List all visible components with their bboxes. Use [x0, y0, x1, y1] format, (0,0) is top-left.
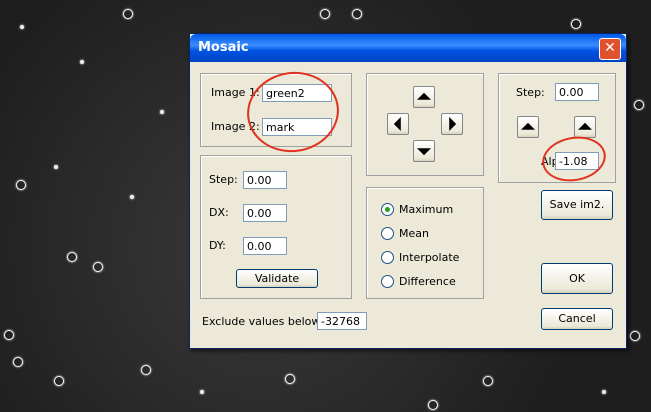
star [483, 376, 493, 386]
close-button[interactable]: ✕ [599, 38, 621, 60]
star [93, 262, 103, 272]
left-arrow-button[interactable] [387, 113, 409, 135]
dx-input[interactable]: 0.00 [243, 204, 287, 222]
star [16, 180, 26, 190]
arrow-pad-group [366, 73, 484, 176]
exclude-label: Exclude values below: [202, 315, 324, 328]
dy-input[interactable]: 0.00 [243, 237, 287, 255]
validate-button[interactable]: Validate [236, 269, 318, 288]
ok-button[interactable]: OK [541, 263, 613, 294]
star [80, 60, 84, 64]
dialog-title: Mosaic [198, 40, 249, 55]
right-arrow-button[interactable] [441, 113, 463, 135]
star [352, 9, 362, 19]
dx-label: DX: [209, 206, 229, 219]
save-im2-button[interactable]: Save im2. [541, 190, 613, 220]
star [630, 331, 640, 341]
star [130, 195, 134, 199]
offset-group: Step: 0.00 DX: 0.00 DY: 0.00 Validate [200, 155, 352, 299]
star [200, 390, 204, 394]
star [320, 9, 330, 19]
mode-label: Mean [399, 227, 429, 240]
star [285, 374, 295, 384]
dy-label: DY: [209, 239, 226, 252]
cancel-button[interactable]: Cancel [541, 308, 613, 330]
mode-group: Maximum Mean Interpolate Difference [366, 187, 484, 299]
mode-label: Interpolate [399, 251, 460, 264]
star [4, 330, 14, 340]
down-arrow-button[interactable] [413, 140, 435, 162]
mode-label: Difference [399, 275, 456, 288]
star [67, 252, 77, 262]
star [54, 165, 58, 169]
alpha-increase-button[interactable] [574, 116, 596, 138]
star [602, 390, 606, 394]
alpha-decrease-button[interactable] [517, 116, 539, 138]
star [123, 9, 133, 19]
star [20, 25, 24, 29]
offset-step-input[interactable]: 0.00 [243, 171, 287, 189]
star [160, 110, 164, 114]
mosaic-dialog: Mosaic ✕ Image 1: green2 Image 2: mark S… [189, 33, 627, 349]
star [141, 365, 151, 375]
radio-maximum[interactable] [381, 203, 394, 216]
alpha-step-label: Step: [516, 86, 545, 99]
radio-difference[interactable] [381, 275, 394, 288]
alpha-step-input[interactable]: 0.00 [555, 83, 599, 101]
title-bar[interactable]: Mosaic ✕ [190, 34, 626, 62]
star [54, 376, 64, 386]
star [428, 400, 438, 410]
exclude-input[interactable]: -32768 [317, 312, 367, 330]
star [13, 357, 23, 367]
offset-step-label: Step: [209, 173, 238, 186]
radio-interpolate[interactable] [381, 251, 394, 264]
up-arrow-button[interactable] [413, 86, 435, 108]
star [634, 100, 644, 110]
radio-mean[interactable] [381, 227, 394, 240]
mode-label: Maximum [399, 203, 454, 216]
star [571, 19, 581, 29]
